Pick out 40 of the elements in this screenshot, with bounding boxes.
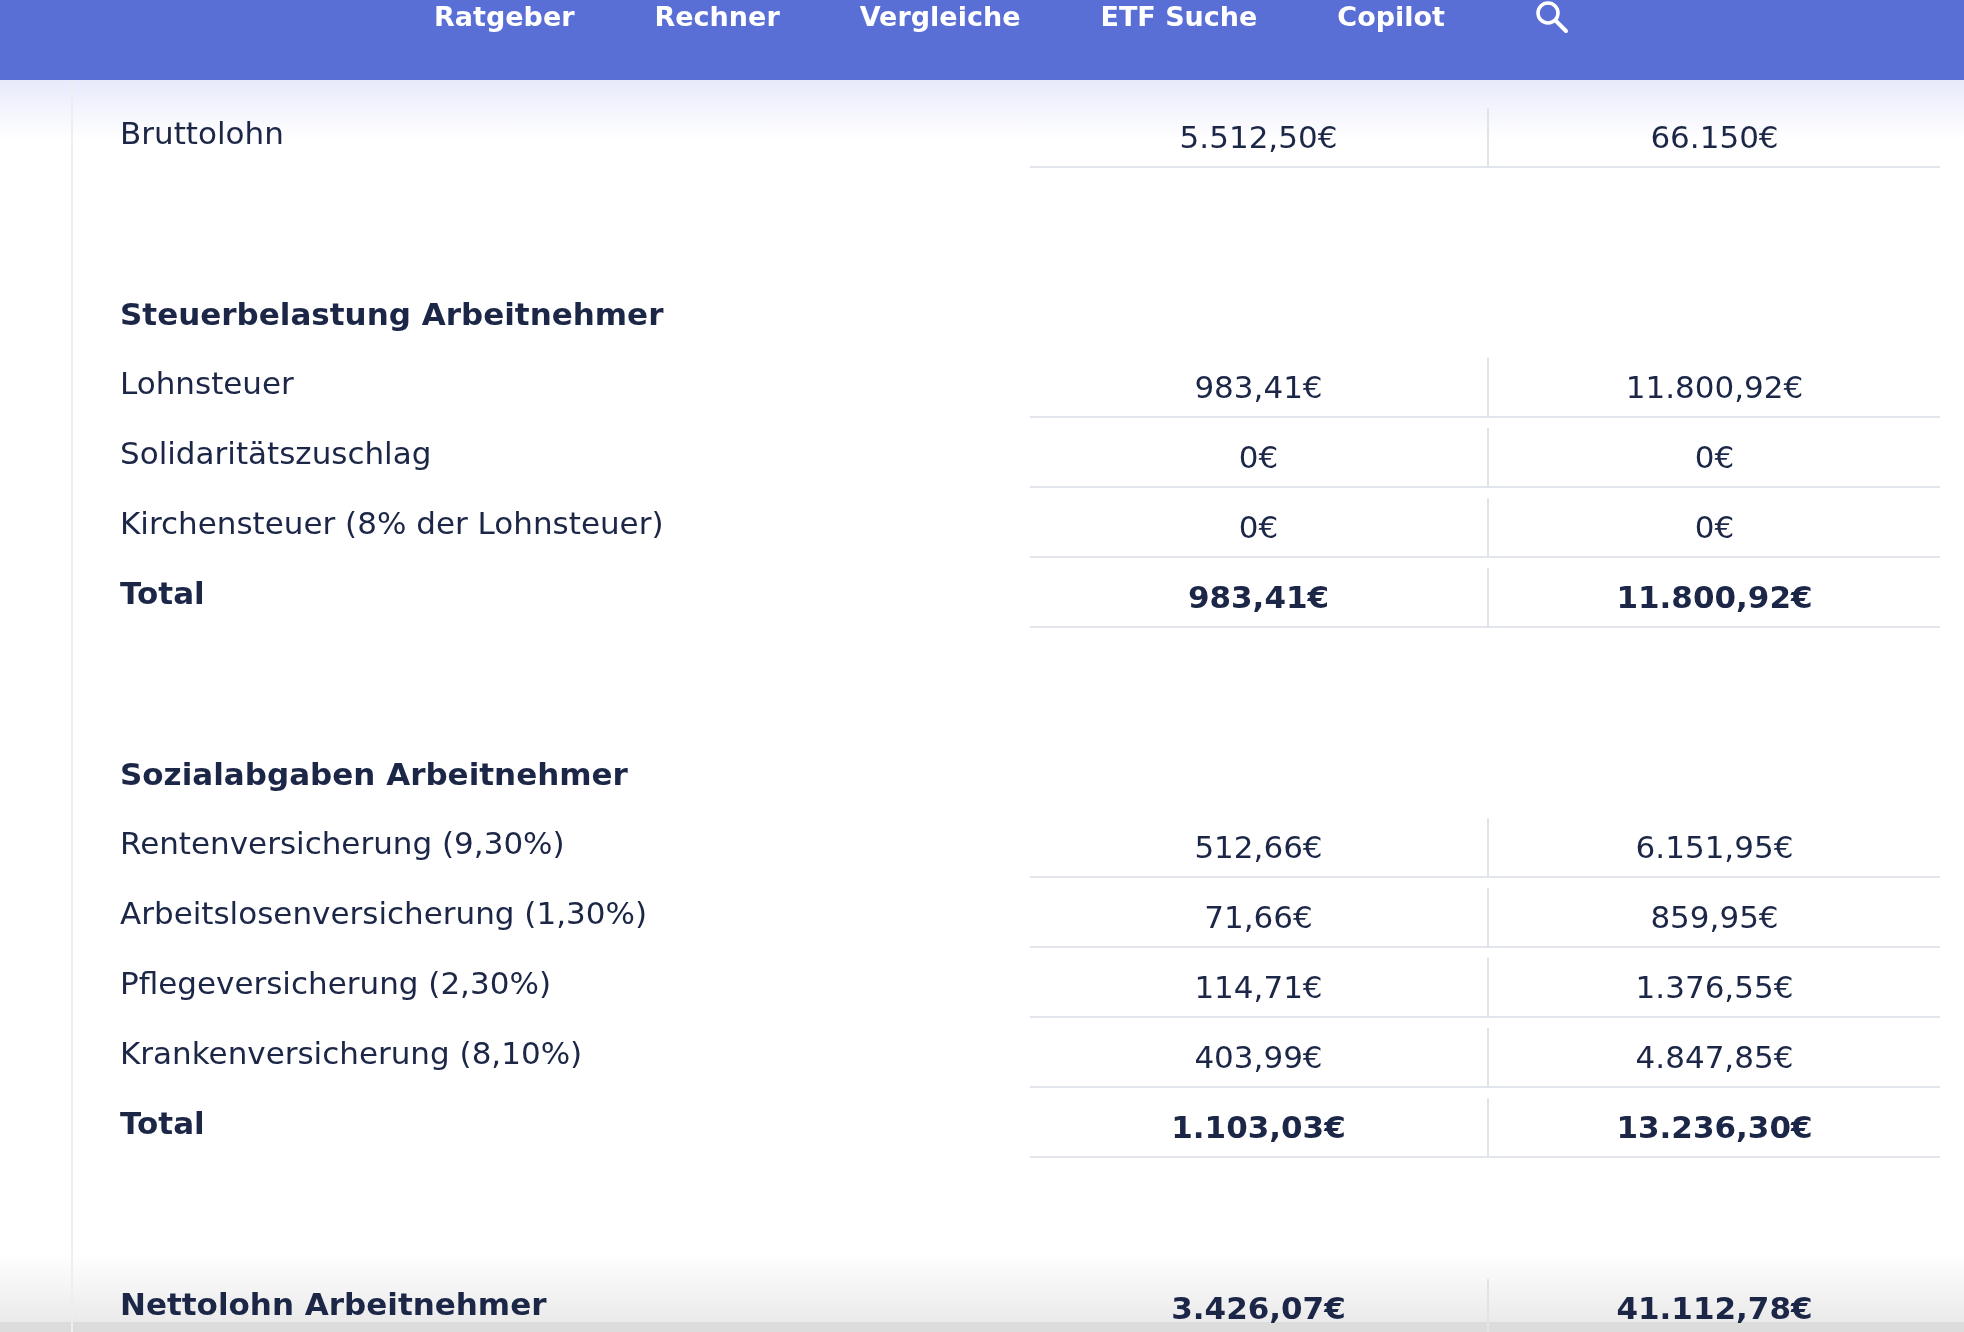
row-label: Bruttolohn	[120, 115, 284, 151]
section-heading: Steuerbelastung Arbeitnehmer	[120, 295, 665, 334]
row-label: Rentenversicherung (9,30%)	[120, 825, 565, 861]
table-cell: 3.426,07€	[1030, 1279, 1487, 1332]
table-cell: 1.376,55€	[1487, 958, 1940, 1018]
table-cell: 71,66€	[1030, 888, 1487, 948]
table-cell: 11.800,92€	[1487, 568, 1940, 628]
table-cell: 0€	[1030, 498, 1487, 558]
table-cell: 41.112,78€	[1487, 1279, 1940, 1332]
table-cell: 983,41€	[1030, 358, 1487, 418]
nav-link[interactable]: Rechner	[654, 0, 780, 34]
table-cell: 0€	[1487, 428, 1940, 488]
table-cell: 114,71€	[1030, 958, 1487, 1018]
nav-link[interactable]: Vergleiche	[859, 0, 1021, 34]
row-label: Lohnsteuer	[120, 365, 294, 401]
row-label: Kirchensteuer (8% der Lohnsteuer)	[120, 505, 664, 541]
table-cell: 403,99€	[1030, 1028, 1487, 1088]
table-cell: 1.103,03€	[1030, 1098, 1487, 1158]
row-label: Krankenversicherung (8,10%)	[120, 1035, 583, 1071]
table-cell: 13.236,30€	[1487, 1098, 1940, 1158]
nav-link[interactable]: Ratgeber	[434, 0, 575, 34]
table-cell: 11.800,92€	[1487, 358, 1940, 418]
row-label: Total	[120, 1105, 205, 1141]
row-label: Arbeitslosenversicherung (1,30%)	[120, 895, 647, 931]
table-cell: 4.847,85€	[1487, 1028, 1940, 1088]
row-label: Pflegeversicherung (2,30%)	[120, 965, 551, 1001]
table-cell: 6.151,95€	[1487, 818, 1940, 878]
table-cell: 983,41€	[1030, 568, 1487, 628]
row-label: Total	[120, 575, 205, 611]
table-cell: 0€	[1487, 498, 1940, 558]
nav-link[interactable]: ETF Suche	[1100, 0, 1258, 34]
table-cell: 0€	[1030, 428, 1487, 488]
table-cell: 5.512,50€	[1030, 108, 1487, 168]
table-cell: 859,95€	[1487, 888, 1940, 948]
row-label: Solidaritätszuschlag	[120, 435, 432, 471]
section-heading: Sozialabgaben Arbeitnehmer	[120, 755, 629, 794]
nav-link[interactable]: Copilot	[1337, 0, 1446, 34]
table-cell: 66.150€	[1487, 108, 1940, 168]
table-cell: 512,66€	[1030, 818, 1487, 878]
row-label: Nettolohn Arbeitnehmer	[120, 1286, 547, 1322]
